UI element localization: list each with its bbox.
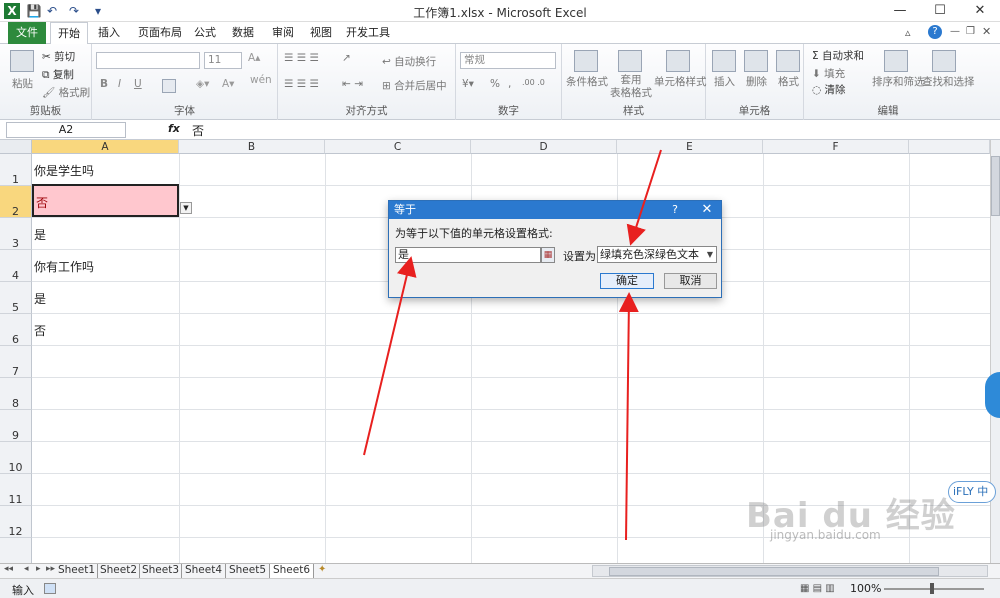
arrow-to-format-select bbox=[626, 149, 662, 246]
baidu-watermark-url: jingyan.baidu.com bbox=[770, 528, 881, 542]
excel-window: X 💾 ↶ ↷ ▾ 工作簿1.xlsx - Microsoft Excel — … bbox=[0, 0, 1000, 598]
arrow-to-input bbox=[363, 256, 417, 456]
arrow-to-ok-button bbox=[618, 292, 639, 541]
floating-circle-icon[interactable] bbox=[985, 372, 1000, 418]
